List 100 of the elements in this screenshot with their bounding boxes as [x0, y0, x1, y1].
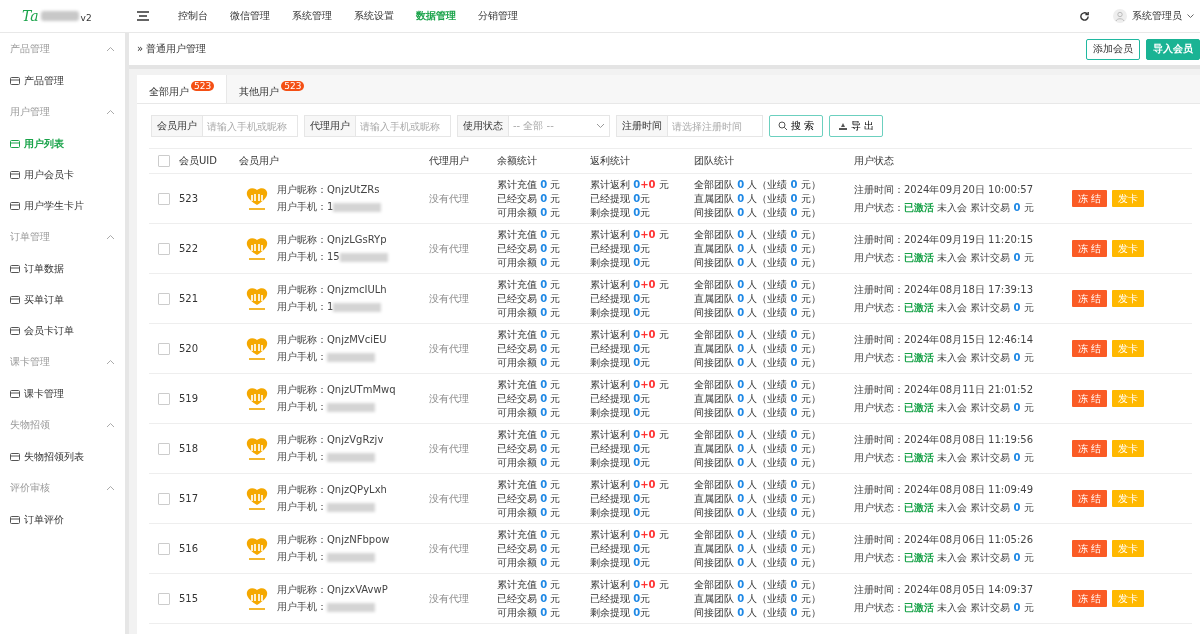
sidebar-item[interactable]: 订单数据	[0, 253, 125, 284]
import-member-button[interactable]: 导入会员	[1146, 38, 1200, 60]
export-button[interactable]: 导 出	[829, 115, 884, 137]
stat-text: 间接团队 0 人（业绩 0 元）	[694, 355, 822, 370]
freeze-button[interactable]: 冻 结	[1072, 290, 1108, 307]
filter-input[interactable]: 请输入手机或昵称	[355, 115, 451, 137]
freeze-button[interactable]: 冻 结	[1072, 390, 1108, 407]
checkbox[interactable]	[158, 492, 170, 505]
issue-card-button[interactable]: 发卡	[1112, 540, 1145, 557]
issue-card-button[interactable]: 发卡	[1112, 290, 1145, 307]
nav-tab[interactable]: 系统管理	[281, 9, 343, 23]
freeze-button[interactable]: 冻 结	[1072, 490, 1108, 507]
checkbox[interactable]	[158, 442, 170, 455]
filter-label: 代理用户	[304, 115, 355, 137]
sidebar-item[interactable]: 买单订单	[0, 284, 125, 315]
add-member-button[interactable]: 添加会员	[1086, 38, 1140, 60]
sidebar-item[interactable]: 课卡管理	[0, 378, 125, 409]
chevron-icon[interactable]	[106, 422, 115, 428]
checkbox[interactable]	[158, 592, 170, 605]
sidebar-item[interactable]: 订单评价	[0, 504, 125, 535]
table-cell-text: 519	[179, 393, 200, 404]
sidebar-item[interactable]: 用户列表	[0, 128, 125, 159]
issue-card-button[interactable]: 发卡	[1112, 190, 1145, 207]
avatar-icon	[245, 485, 269, 512]
stat-text: 直属团队 0 人（业绩 0 元）	[694, 491, 822, 506]
issue-card-button[interactable]: 发卡	[1112, 240, 1145, 257]
freeze-button[interactable]: 冻 结	[1072, 440, 1108, 457]
chevron-icon[interactable]	[106, 485, 115, 491]
filter-input[interactable]: 请选择注册时间	[667, 115, 763, 137]
column-header: 余额统计	[497, 154, 538, 168]
stat-text: 直属团队 0 人（业绩 0 元）	[694, 591, 822, 606]
issue-card-button[interactable]: 发卡	[1112, 440, 1145, 457]
issue-card-button[interactable]: 发卡	[1112, 390, 1145, 407]
register-time: 注册时间：2024年08月15日 12:46:14	[854, 332, 1034, 347]
stat-text: 已经提现 0元	[590, 441, 652, 456]
checkbox[interactable]	[158, 292, 170, 305]
stat-text: 累计充值 0 元	[497, 577, 562, 592]
user-menu[interactable]: 系统管理员	[1132, 9, 1182, 23]
breadcrumb: » 普通用户管理	[137, 42, 207, 56]
avatar-icon	[245, 185, 269, 212]
table-cell-text: 没有代理	[429, 541, 470, 556]
group-title[interactable]: 产品管理	[10, 42, 50, 56]
stat-text: 剩余提现 0元	[590, 555, 652, 570]
search-button[interactable]: 搜 索	[769, 115, 824, 137]
checkbox[interactable]	[158, 542, 170, 555]
stat-text: 已经交易 0 元	[497, 291, 562, 306]
issue-card-button[interactable]: 发卡	[1112, 490, 1145, 507]
table-cell-text: 没有代理	[429, 491, 470, 506]
refresh-icon[interactable]	[1079, 10, 1090, 22]
status-select[interactable]: -- 全部 --	[508, 115, 610, 137]
checkbox[interactable]	[158, 155, 170, 167]
sidebar-item[interactable]: 用户会员卡	[0, 159, 125, 190]
tab[interactable]: 其他用户 523	[227, 75, 317, 103]
redacted-phone	[333, 302, 382, 312]
issue-card-button[interactable]: 发卡	[1112, 340, 1145, 357]
sidebar-item[interactable]: 用户学生卡片	[0, 190, 125, 221]
nav-tab[interactable]: 微信管理	[219, 9, 281, 23]
redacted-phone	[327, 452, 375, 462]
group-title[interactable]: 失物招领	[10, 418, 50, 432]
tab[interactable]: 全部用户 523	[137, 75, 228, 103]
freeze-button[interactable]: 冻 结	[1072, 540, 1108, 557]
nav-tab[interactable]: 数据管理	[405, 9, 467, 23]
freeze-button[interactable]: 冻 结	[1072, 240, 1108, 257]
caret-icon[interactable]	[1187, 13, 1194, 19]
stat-text: 累计返利 0+0 元	[590, 277, 670, 292]
chevron-icon[interactable]	[106, 46, 115, 52]
chevron-icon[interactable]	[106, 109, 115, 115]
checkbox[interactable]	[158, 242, 170, 255]
nav-tab[interactable]: 分销管理	[467, 9, 529, 23]
stat-text: 累计充值 0 元	[497, 427, 562, 442]
nav-tab[interactable]: 系统设置	[343, 9, 405, 23]
group-title[interactable]: 课卡管理	[10, 355, 50, 369]
phone-text: 用户手机：	[277, 500, 327, 514]
group-title[interactable]: 评价审核	[10, 481, 50, 495]
stat-text: 累计充值 0 元	[497, 527, 562, 542]
group-title[interactable]: 用户管理	[10, 105, 50, 119]
chevron-icon[interactable]	[106, 234, 115, 240]
freeze-button[interactable]: 冻 结	[1072, 340, 1108, 357]
checkbox[interactable]	[158, 192, 170, 205]
nav-tab[interactable]: 控制台	[167, 9, 219, 23]
group-title[interactable]: 订单管理	[10, 230, 50, 244]
phone-text: 用户手机：	[277, 400, 327, 414]
chevron-icon[interactable]	[106, 359, 115, 365]
checkbox[interactable]	[158, 342, 170, 355]
sidebar-item[interactable]: 会员卡订单	[0, 315, 125, 346]
status-text: 用户状态：已激活 未入会 累计交易 0 元	[854, 500, 1035, 515]
status-text: 用户状态：已激活 未入会 累计交易 0 元	[854, 250, 1035, 265]
freeze-button[interactable]: 冻 结	[1072, 190, 1108, 207]
version-label: v2	[80, 13, 92, 23]
stat-text: 已经交易 0 元	[497, 241, 562, 256]
filter-input[interactable]: 请输入手机或昵称	[202, 115, 298, 137]
freeze-button[interactable]: 冻 结	[1072, 590, 1108, 607]
logo-text: Ta	[22, 8, 39, 24]
table-cell-text: 523	[179, 193, 200, 204]
sidebar-item[interactable]: 产品管理	[0, 65, 125, 96]
checkbox[interactable]	[158, 392, 170, 405]
issue-card-button[interactable]: 发卡	[1112, 590, 1145, 607]
sidebar-item[interactable]: 失物招领列表	[0, 441, 125, 472]
nickname-text: 用户昵称：QnjzmcIULh	[277, 283, 387, 297]
menu-icon[interactable]	[137, 11, 149, 21]
